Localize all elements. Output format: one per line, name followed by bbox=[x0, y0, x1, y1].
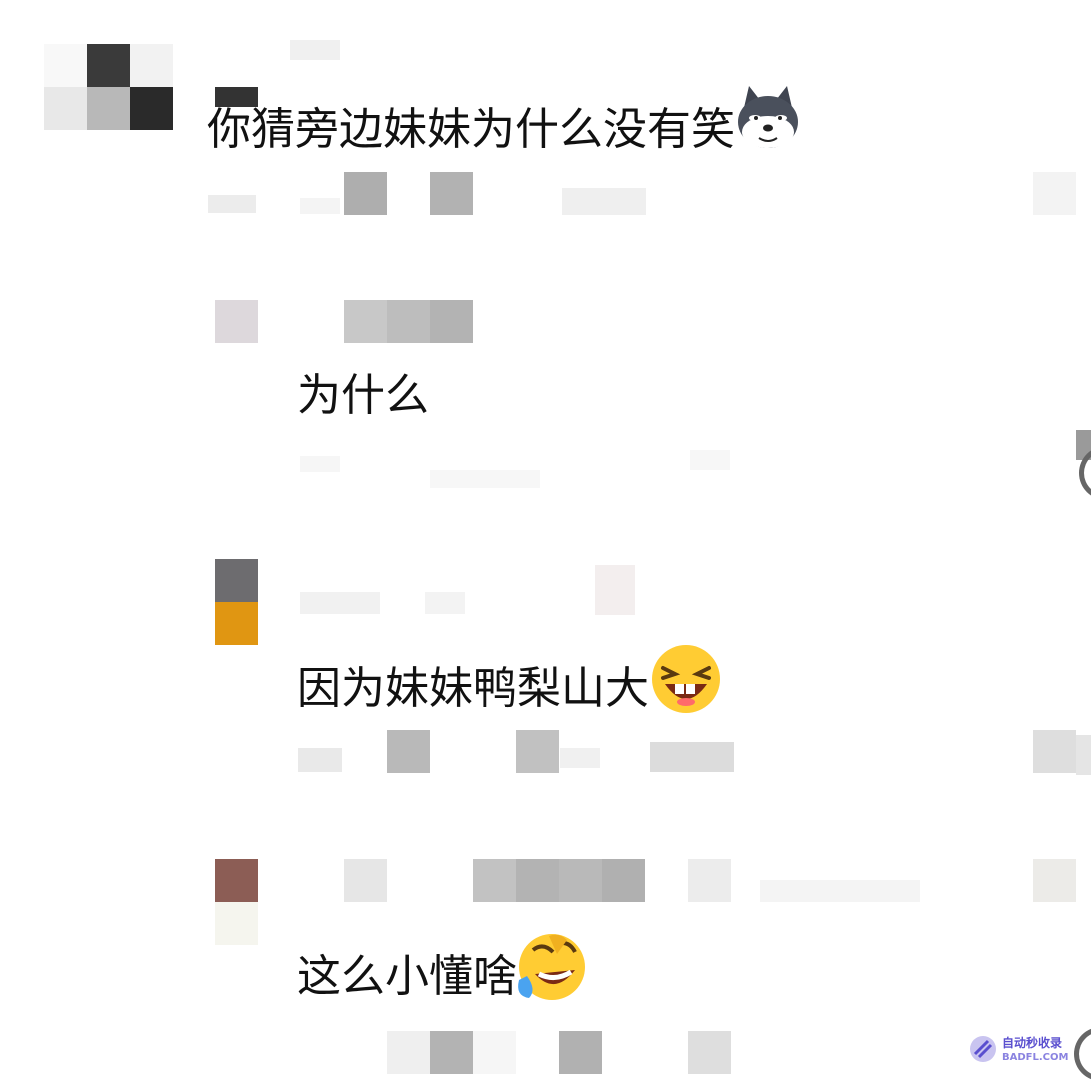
comment-body: 你猜旁边妹妹为什么没有笑 bbox=[207, 104, 735, 155]
reply-body: 这么小懂啥 bbox=[297, 951, 517, 1002]
reply-text: 这么小懂啥 bbox=[297, 934, 587, 1020]
like-heart-outline-icon[interactable] bbox=[1074, 1027, 1091, 1081]
laughing-face-icon bbox=[649, 645, 723, 732]
watermark-logo-icon bbox=[970, 1036, 996, 1062]
watermark-url: BADFL.COM bbox=[1002, 1052, 1069, 1063]
reply-text: 为什么 bbox=[297, 370, 429, 421]
doge-husky-icon bbox=[735, 86, 803, 170]
reply-body: 因为妹妹鸭梨山大 bbox=[297, 663, 649, 714]
reply-text: 因为妹妹鸭梨山大 bbox=[297, 645, 723, 732]
comment-text: 你猜旁边妹妹为什么没有笑 bbox=[207, 86, 803, 170]
watermark-title: 自动秒收录 bbox=[1002, 1036, 1063, 1050]
rofl-face-icon bbox=[517, 934, 587, 1020]
username-blurred[interactable] bbox=[290, 40, 340, 60]
